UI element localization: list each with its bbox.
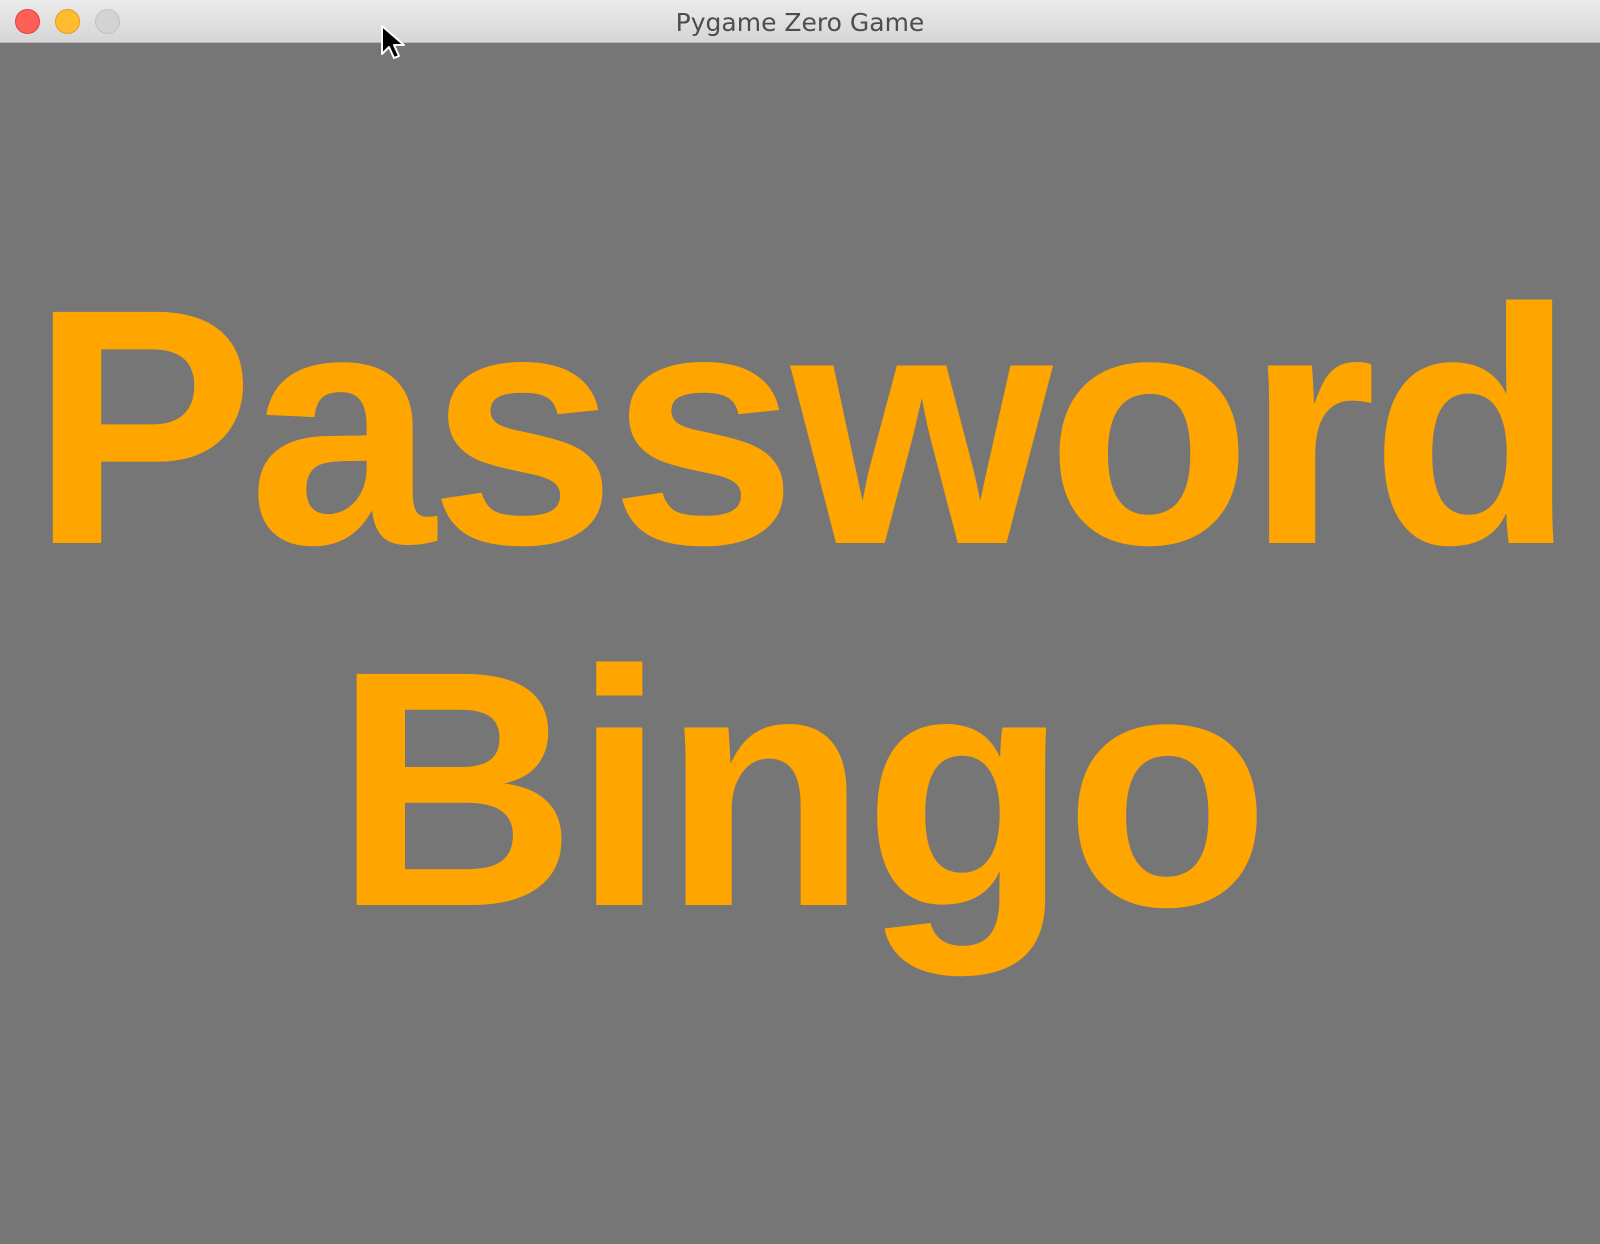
window-title: Pygame Zero Game [675, 8, 925, 37]
game-title-line-1: Password [30, 240, 1575, 615]
title-bar[interactable]: Pygame Zero Game [0, 0, 1600, 43]
game-title-line-2: Bingo [334, 602, 1270, 977]
arrow-pointer-icon [381, 25, 405, 59]
app-window: Pygame Zero Game Password Bingo [0, 0, 1600, 1244]
